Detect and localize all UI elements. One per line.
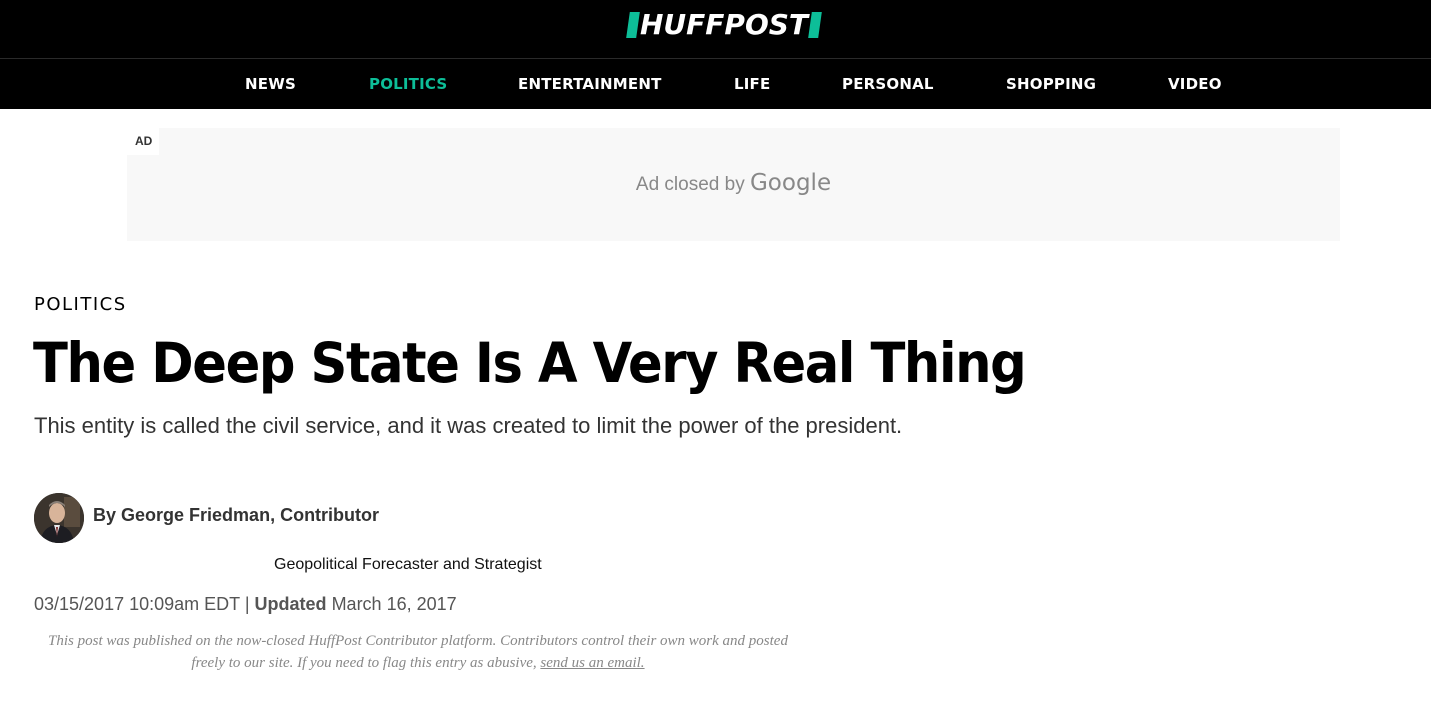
byline-prefix: By [93, 505, 117, 525]
logo-text: HUFFPOST [640, 8, 809, 41]
ad-label: AD [127, 128, 159, 155]
ad-closed-message: Ad closed by Google [127, 170, 1340, 196]
nav-item-politics[interactable]: POLITICS [369, 75, 447, 93]
article-headline: The Deep State Is A Very Real Thing [33, 331, 1027, 395]
google-wordmark: Google [749, 170, 832, 196]
main-nav: NEWS POLITICS ENTERTAINMENT LIFE PERSONA… [0, 58, 1431, 109]
nav-item-shopping[interactable]: SHOPPING [1006, 75, 1096, 93]
published-date: 03/15/2017 10:09am EDT [34, 594, 240, 614]
author-byline: By George Friedman, Contributor [93, 505, 379, 526]
nav-item-video[interactable]: VIDEO [1168, 75, 1222, 93]
author-photo-icon [34, 493, 84, 543]
updated-date: March 16, 2017 [331, 594, 457, 614]
top-header: HUFFPOST [0, 0, 1431, 58]
disclaimer-text: This post was published on the now-close… [48, 633, 788, 671]
updated-label: Updated [254, 594, 327, 614]
ad-slot: AD Ad closed by Google [127, 128, 1340, 241]
section-label[interactable]: POLITICS [34, 294, 127, 315]
nav-item-entertainment[interactable]: ENTERTAINMENT [518, 75, 662, 93]
author-avatar[interactable] [34, 493, 84, 543]
ad-closed-text: Ad closed by [635, 174, 745, 195]
huffpost-logo[interactable]: HUFFPOST [626, 8, 822, 41]
author-name-link[interactable]: George Friedman, Contributor [121, 505, 379, 525]
author-bio: Geopolitical Forecaster and Strategist [274, 556, 542, 573]
nav-item-news[interactable]: NEWS [245, 75, 296, 93]
nav-item-personal[interactable]: PERSONAL [842, 75, 934, 93]
article-timestamp: 03/15/2017 10:09am EDT | Updated March 1… [34, 594, 457, 615]
logo-right-bar-icon [808, 12, 822, 38]
article-dek: This entity is called the civil service,… [34, 413, 903, 438]
nav-item-life[interactable]: LIFE [734, 75, 770, 93]
logo-left-bar-icon [626, 12, 640, 38]
contributor-disclaimer: This post was published on the now-close… [34, 630, 802, 674]
timestamp-separator: | [244, 594, 250, 614]
send-email-link[interactable]: send us an email. [540, 655, 644, 671]
